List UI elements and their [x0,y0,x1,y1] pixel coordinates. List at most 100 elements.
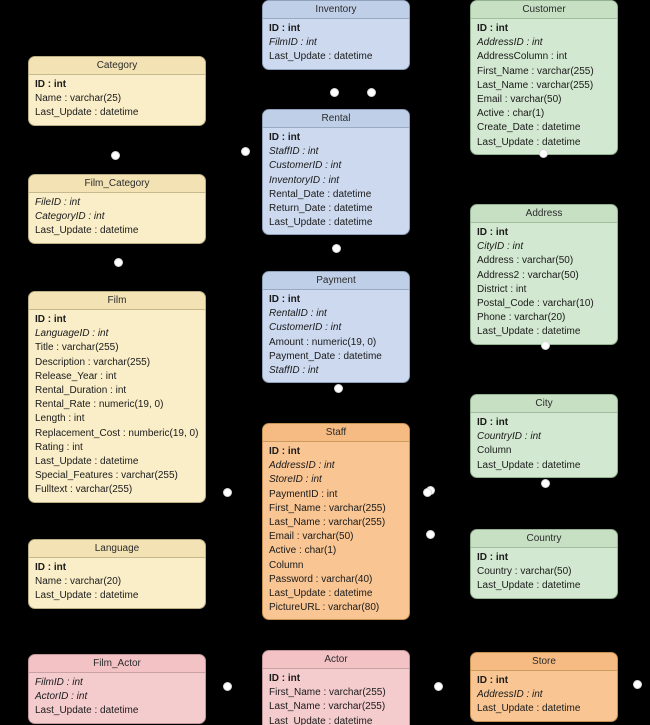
relationship-connector-dot[interactable] [539,149,548,158]
entity-attribute: Last_Update : datetime [35,107,139,119]
entity-attribute: ID : int [269,294,301,305]
entity-attribute: Last_Update : datetime [269,715,373,725]
entity-attribute: Address : varchar(50) [477,255,574,267]
entity-attribute: First_Name : varchar(255) [269,502,386,514]
entity-attribute: ID : int [35,79,67,90]
entity-attribute: Column [269,559,304,571]
relationship-connector-dot[interactable] [223,488,232,497]
entity-attribute: Address2 : varchar(50) [477,269,579,281]
entity-attribute: Last_Update : datetime [269,217,373,229]
relationship-connector-dot[interactable] [111,151,120,160]
entity-attribute: ID : int [269,446,301,457]
entity-attribute: Create_Date : datetime [477,122,581,134]
entity-title: Film_Category [29,175,205,193]
entity-attribute-list: ID : int Country : varchar(50) Last_Update… [471,548,617,598]
entity-title: Film [29,292,205,310]
entity-attribute: Last_Update : datetime [477,703,581,715]
entity-category[interactable]: Category ID : int Name : varchar(25) Last_U… [28,56,206,126]
entity-attribute-list: FilmID : int ActorID : int Last_Update : d… [29,673,205,723]
entity-attribute-list: ID : int LanguageID : int Title : varchar(… [29,310,205,502]
entity-attribute: Title : varchar(255) [35,342,119,354]
entity-attribute: Rating : int [35,441,83,453]
entity-title: Actor [263,651,409,669]
entity-attribute: Name : varchar(25) [35,93,122,105]
er-diagram-canvas: Category ID : int Name : varchar(25) Last_U… [0,0,650,725]
relationship-connector-dot[interactable] [334,384,343,393]
entity-attribute: ID : int [477,552,509,563]
entity-attribute: FilmID : int [269,37,317,49]
relationship-connector-dot[interactable] [541,479,550,488]
entity-attribute: ActorID : int [35,691,88,703]
relationship-connector-dot[interactable] [330,88,339,97]
relationship-connector-dot[interactable] [241,147,250,156]
entity-attribute: District : int [477,283,527,295]
entity-attribute: Column [477,445,512,457]
entity-attribute: Last_Update : datetime [35,705,139,717]
entity-address[interactable]: Address ID : int CityID : int Address : var… [470,204,618,345]
entity-attribute: Special_Features : varchar(255) [35,470,178,482]
entity-rental[interactable]: Rental ID : int StaffID : int CustomerID : … [262,109,410,236]
entity-attribute: AddressID : int [269,460,335,472]
entity-attribute: Password : varchar(40) [269,573,373,585]
entity-attribute: ID : int [477,417,509,428]
entity-staff[interactable]: Staff ID : int AddressID : int StoreID : in… [262,423,410,621]
entity-city[interactable]: City ID : int CountryID : int Column Last_Up… [470,394,618,478]
entity-attribute: CountryID : int [477,431,541,443]
entity-film_actor[interactable]: Film_Actor FilmID : int ActorID : int Last_… [28,654,206,724]
entity-payment[interactable]: Payment ID : int RentalID : int CustomerID … [262,271,410,384]
entity-attribute: Last_Name : varchar(255) [477,79,594,91]
relationship-connector-dot[interactable] [332,244,341,253]
entity-attribute: Email : varchar(50) [269,531,354,543]
relationship-connector-dot[interactable] [426,530,435,539]
entity-attribute: CityID : int [477,241,524,253]
relationship-connector-dot[interactable] [541,341,550,350]
entity-attribute: Rental_Duration : int [35,385,127,397]
entity-film[interactable]: Film ID : int LanguageID : int Title : varc… [28,291,206,503]
entity-title: Payment [263,272,409,290]
entity-attribute: First_Name : varchar(255) [269,687,386,699]
entity-attribute-list: FileID : int CategoryID : int Last_Update … [29,193,205,243]
relationship-connector-dot[interactable] [633,680,642,689]
entity-film_category[interactable]: Film_Category FileID : int CategoryID : in… [28,174,206,244]
entity-title: Address [471,205,617,223]
entity-store[interactable]: Store ID : int AddressID : int Last_Update … [470,652,618,722]
entity-attribute: Last_Name : varchar(255) [269,701,386,713]
entity-attribute: Last_Update : datetime [477,459,581,471]
entity-attribute: Rental_Rate : numeric(19, 0) [35,399,164,411]
entity-country[interactable]: Country ID : int Country : varchar(50) Last… [470,529,618,599]
entity-attribute-list: ID : int AddressID : int StoreID : int Paym… [263,442,409,619]
entity-title: Inventory [263,1,409,19]
entity-attribute-list: ID : int CountryID : int Column Last_Update… [471,413,617,477]
relationship-connector-dot[interactable] [367,88,376,97]
entity-attribute: Last_Update : datetime [477,136,581,148]
entity-attribute: Last_Update : datetime [477,326,581,338]
entity-language[interactable]: Language ID : int Name : varchar(20) Last_U… [28,539,206,609]
entity-attribute-list: ID : int CityID : int Address : varchar(50… [471,223,617,344]
entity-title: Rental [263,110,409,128]
relationship-connector-dot[interactable] [423,488,432,497]
entity-attribute: Rental_Date : datetime [269,188,372,200]
entity-title: Language [29,540,205,558]
entity-inventory[interactable]: Inventory ID : int FilmID : int Last_Update… [262,0,410,70]
entity-attribute: StaffID : int [269,365,319,377]
entity-attribute: Last_Update : datetime [35,590,139,602]
entity-attribute: Phone : varchar(20) [477,312,566,324]
entity-actor[interactable]: Actor ID : int First_Name : varchar(255) La… [262,650,410,725]
entity-attribute: LanguageID : int [35,328,109,340]
entity-customer[interactable]: Customer ID : int AddressID : int AddressCo… [470,0,618,155]
entity-attribute: Active : char(1) [269,545,337,557]
entity-attribute: ID : int [35,314,67,325]
entity-attribute: Last_Update : datetime [269,588,373,600]
entity-attribute: Return_Date : datetime [269,203,373,215]
entity-attribute: ID : int [35,562,67,573]
entity-attribute: ID : int [269,673,301,684]
entity-attribute: Description : varchar(255) [35,356,151,368]
entity-attribute: CategoryID : int [35,211,105,223]
entity-attribute: StaffID : int [269,146,319,158]
entity-title: Staff [263,424,409,442]
entity-attribute: Release_Year : int [35,370,117,382]
relationship-connector-dot[interactable] [114,258,123,267]
entity-attribute: PaymentID : int [269,488,338,500]
relationship-connector-dot[interactable] [223,682,232,691]
relationship-connector-dot[interactable] [434,682,443,691]
